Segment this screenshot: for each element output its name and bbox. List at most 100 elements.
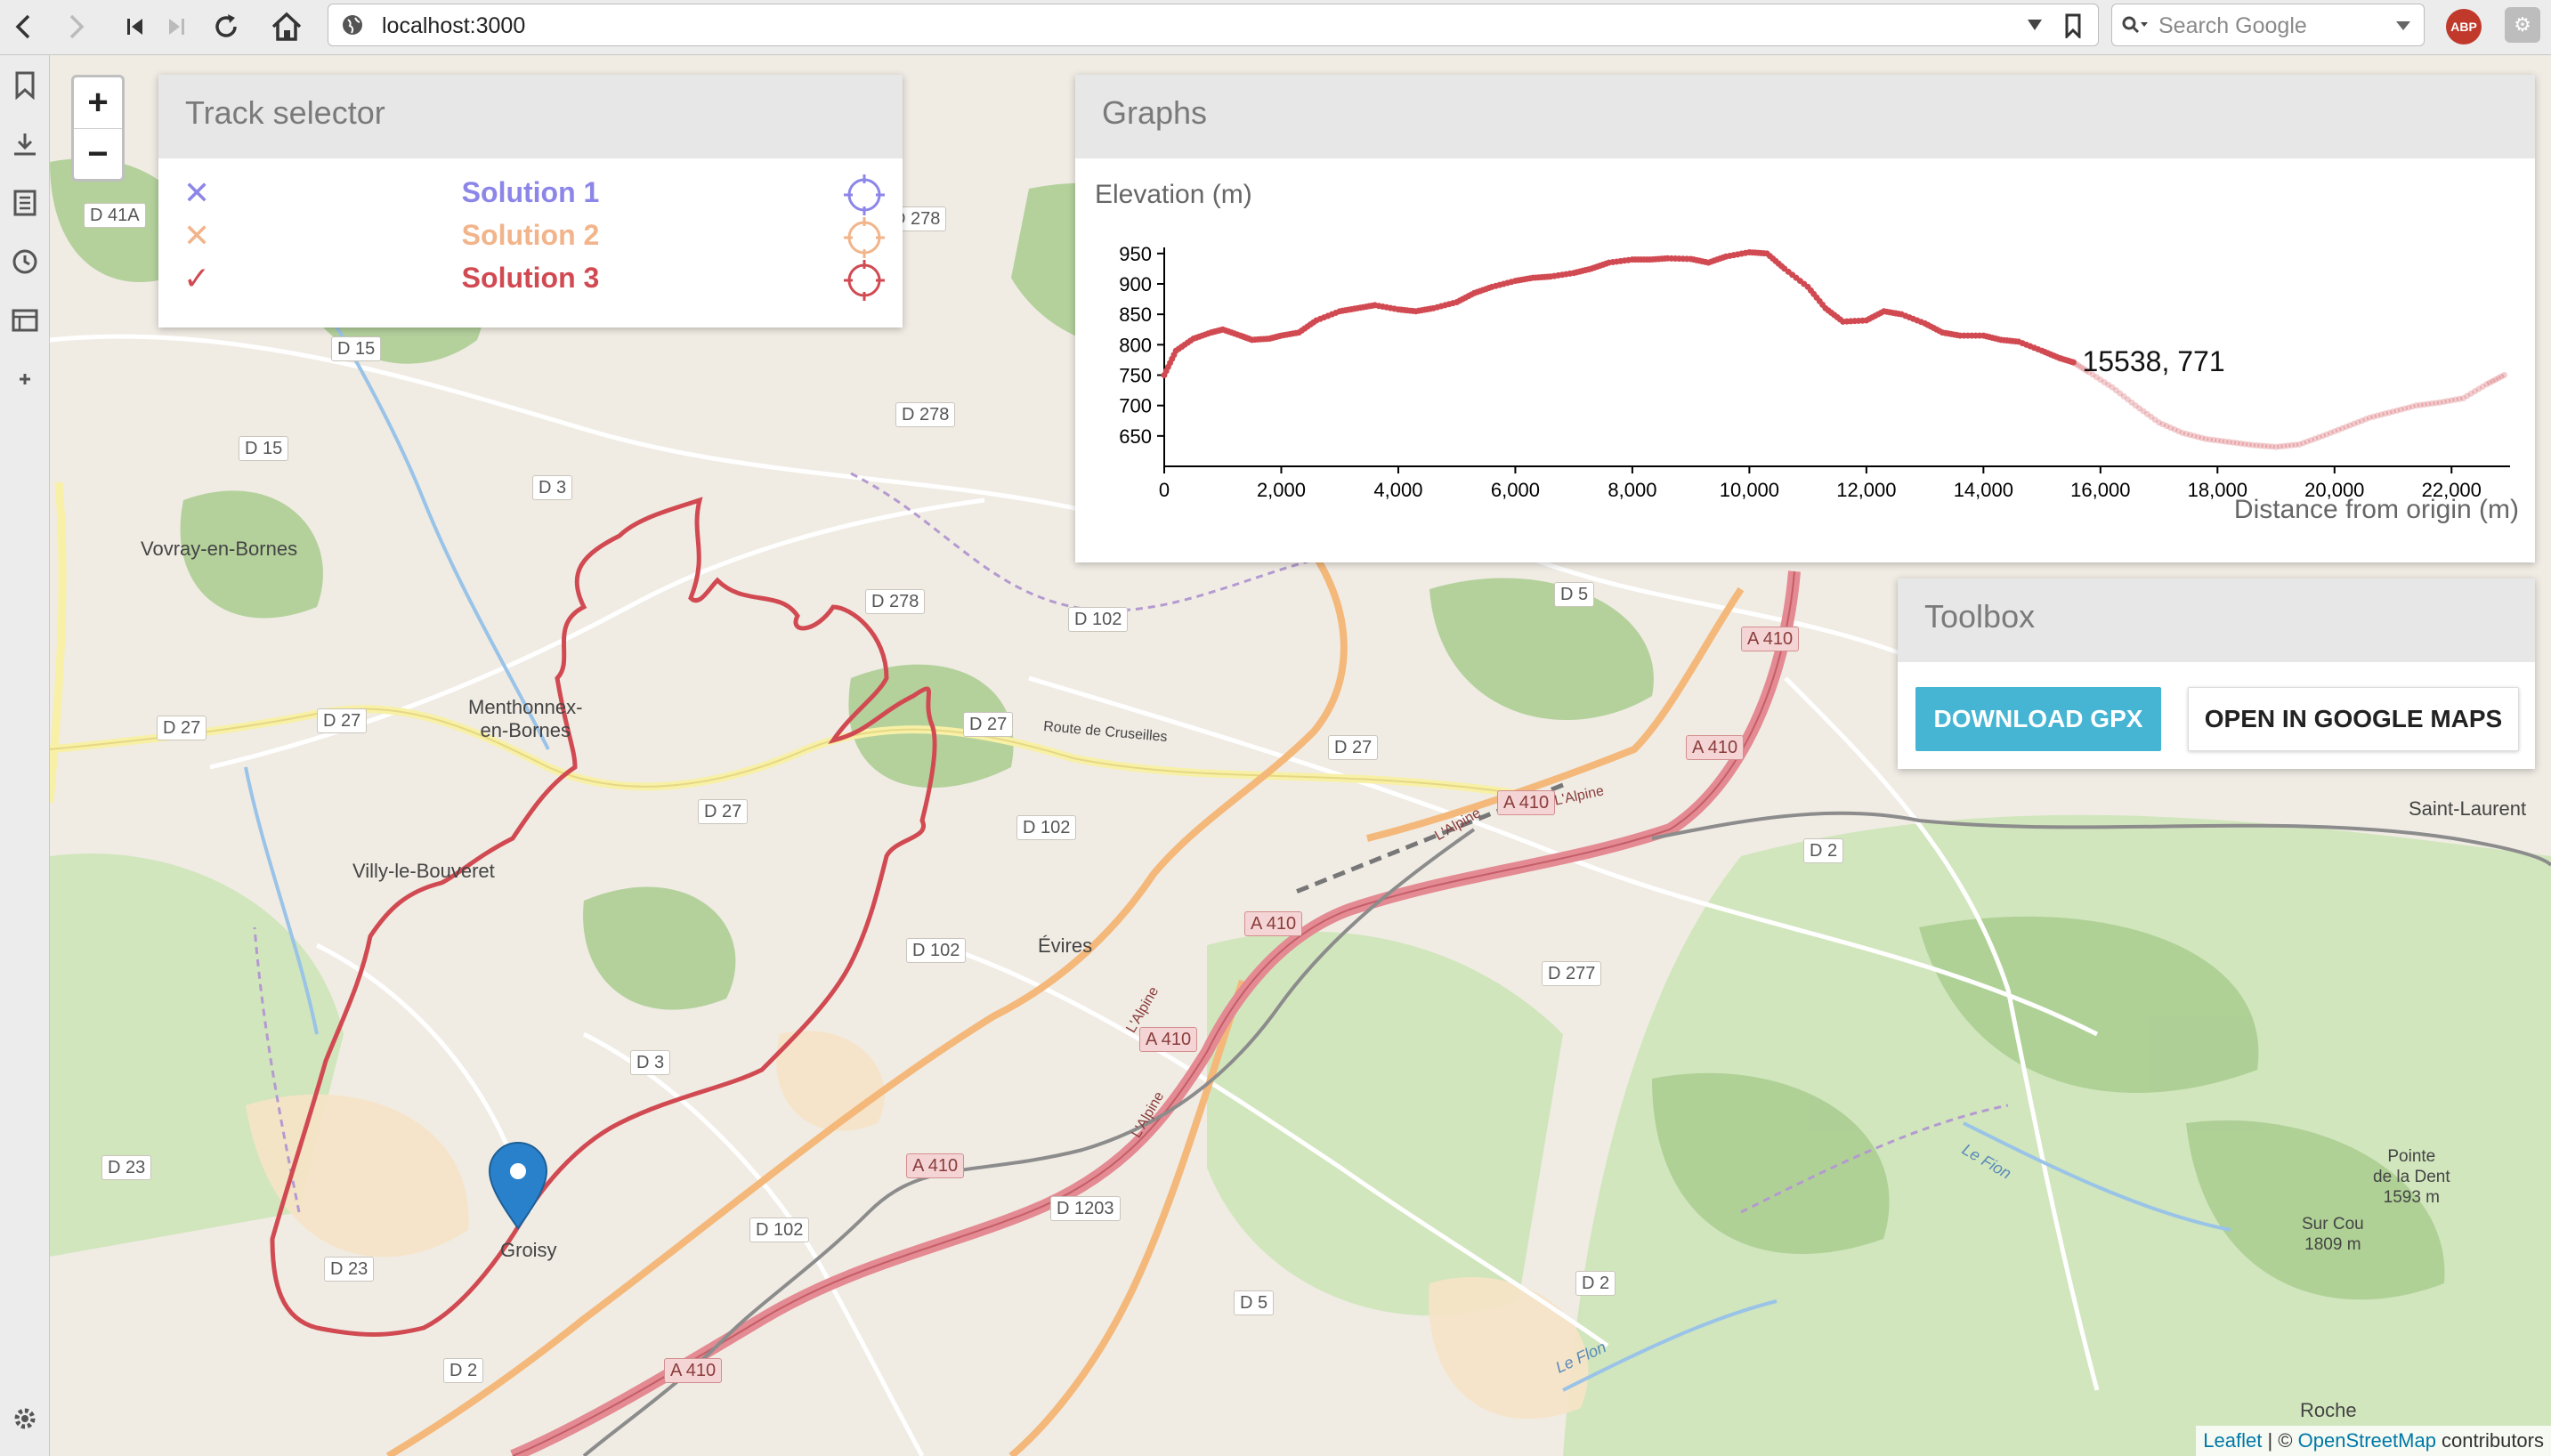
leaflet-link[interactable]: Leaflet [2203, 1429, 2262, 1452]
browser-toolbar: localhost:3000 Search Google ABP ⚙ [0, 0, 2551, 55]
hover-label: 15538, 771 [2082, 345, 2224, 377]
adblock-icon[interactable]: ABP [2446, 9, 2482, 44]
road-shield: D 27 [963, 712, 1014, 737]
place-label: Roche [2300, 1399, 2357, 1421]
crosshair-icon[interactable] [844, 217, 885, 258]
bookmark-icon[interactable] [2064, 13, 2082, 38]
road-shield: D 23 [324, 1257, 375, 1282]
settings-icon[interactable] [7, 1401, 43, 1436]
zoom-control: + − [71, 75, 125, 182]
panel-title: Toolbox [1898, 578, 2535, 662]
open-google-maps-button[interactable]: OPEN IN GOOGLE MAPS [2188, 687, 2519, 751]
road-shield: D 15 [239, 436, 289, 461]
x-tick-label: 4,000 [1373, 479, 1422, 501]
road-shield: D 278 [895, 402, 956, 427]
track-name[interactable]: Solution 1 [158, 176, 903, 209]
window-icon[interactable] [7, 303, 43, 338]
road-shield: D 278 [865, 589, 926, 614]
panel-title: Graphs [1075, 75, 2535, 158]
url-text: localhost:3000 [382, 13, 526, 38]
road-shield: D 5 [1234, 1290, 1275, 1315]
x-tick-label: 6,000 [1491, 479, 1540, 501]
location-pin-icon [488, 1142, 548, 1230]
data-point [2500, 372, 2507, 378]
elevation-chart[interactable]: Elevation (m) Distance from origin (m) 0… [1075, 158, 2535, 562]
download-gpx-button[interactable]: DOWNLOAD GPX [1915, 687, 2161, 751]
track-row[interactable]: ✓ Solution 3 [158, 258, 903, 301]
place-label: Villy-le-Bouveret [352, 860, 495, 882]
road-shield: D 27 [698, 799, 749, 824]
y-tick-label: 700 [1119, 395, 1152, 417]
road-shield: D 5 [1554, 582, 1595, 607]
road-shield: D 3 [532, 475, 573, 500]
download-icon[interactable] [7, 126, 43, 162]
x-tick-label: 8,000 [1608, 479, 1656, 501]
road-shield: D 1203 [1050, 1196, 1121, 1221]
back-icon[interactable] [4, 7, 43, 46]
road-shield: D 277 [1542, 961, 1602, 986]
y-tick-label: 800 [1119, 334, 1152, 356]
history-icon[interactable] [7, 244, 43, 279]
chevron-down-icon[interactable] [2395, 20, 2411, 31]
road-shield: D 2 [443, 1358, 484, 1383]
place-label: Menthonnex- en-Bornes [468, 696, 583, 741]
x-tick-label: 12,000 [1836, 479, 1896, 501]
road-shield: A 410 [906, 1153, 965, 1178]
crosshair-icon[interactable] [844, 174, 885, 215]
zoom-out-button[interactable]: − [74, 129, 122, 180]
extension-icon[interactable]: ⚙ [2505, 7, 2540, 43]
x-tick-label: 20,000 [2304, 479, 2364, 501]
track-name[interactable]: Solution 3 [158, 262, 903, 295]
osm-link[interactable]: OpenStreetMap [2298, 1429, 2436, 1452]
globe-icon [343, 15, 362, 35]
y-tick-label: 650 [1119, 425, 1152, 448]
place-label: Vovray-en-Bornes [141, 538, 298, 560]
road-shield: D 27 [157, 716, 207, 740]
place-label: Évires [1038, 934, 1093, 957]
reader-icon[interactable] [7, 185, 43, 221]
x-tick-label: 16,000 [2070, 479, 2130, 501]
toolbox-panel: Toolbox DOWNLOAD GPX OPEN IN GOOGLE MAPS [1898, 578, 2535, 769]
road-shield: A 410 [1686, 735, 1745, 760]
crosshair-icon[interactable] [844, 260, 885, 301]
first-icon[interactable] [116, 7, 155, 46]
reload-icon[interactable] [207, 7, 246, 46]
road-shield: A 410 [1497, 790, 1556, 815]
y-tick-label: 950 [1119, 243, 1152, 265]
road-shield: D 41A [84, 203, 146, 228]
road-shield: D 2 [1803, 838, 1844, 863]
road-shield: A 410 [664, 1358, 723, 1383]
search-placeholder: Search Google [2158, 13, 2307, 38]
x-tick-label: 0 [1159, 479, 1170, 501]
y-tick-label: 850 [1119, 303, 1152, 326]
road-shield: D 27 [317, 708, 368, 733]
search-bar[interactable]: Search Google [2111, 4, 2425, 46]
last-icon[interactable] [157, 7, 196, 46]
add-icon[interactable] [7, 361, 43, 397]
panel-title: Track selector [158, 75, 903, 158]
road-shield: D 27 [1328, 735, 1379, 760]
bookmark-icon[interactable] [7, 68, 43, 103]
x-tick-label: 18,000 [2188, 479, 2247, 501]
attribution-tail: contributors [2435, 1429, 2544, 1452]
zoom-in-button[interactable]: + [74, 77, 122, 129]
place-label: Pointe de la Dent 1593 m [2373, 1147, 2450, 1207]
track-row[interactable]: ✕ Solution 2 [158, 215, 903, 258]
x-tick-label: 10,000 [1720, 479, 1779, 501]
y-tick-label: 900 [1119, 273, 1152, 295]
forward-icon[interactable] [57, 7, 96, 46]
road-shield: A 410 [1139, 1027, 1198, 1052]
track-row[interactable]: ✕ Solution 1 [158, 173, 903, 215]
dropdown-icon[interactable] [2027, 19, 2043, 31]
place-label: Sur Cou 1809 m [2302, 1215, 2364, 1254]
home-icon[interactable] [267, 7, 306, 46]
y-tick-label: 750 [1119, 365, 1152, 387]
search-icon [2122, 16, 2148, 34]
track-name[interactable]: Solution 2 [158, 219, 903, 252]
place-label: Saint-Laurent [2409, 797, 2527, 820]
url-bar[interactable]: localhost:3000 [328, 4, 2099, 46]
map-attribution: Leaflet | © OpenStreetMap contributors [2196, 1426, 2551, 1456]
x-tick-label: 14,000 [1954, 479, 2013, 501]
attribution-separator: | © [2262, 1429, 2298, 1452]
road-shield: D 102 [906, 938, 967, 963]
